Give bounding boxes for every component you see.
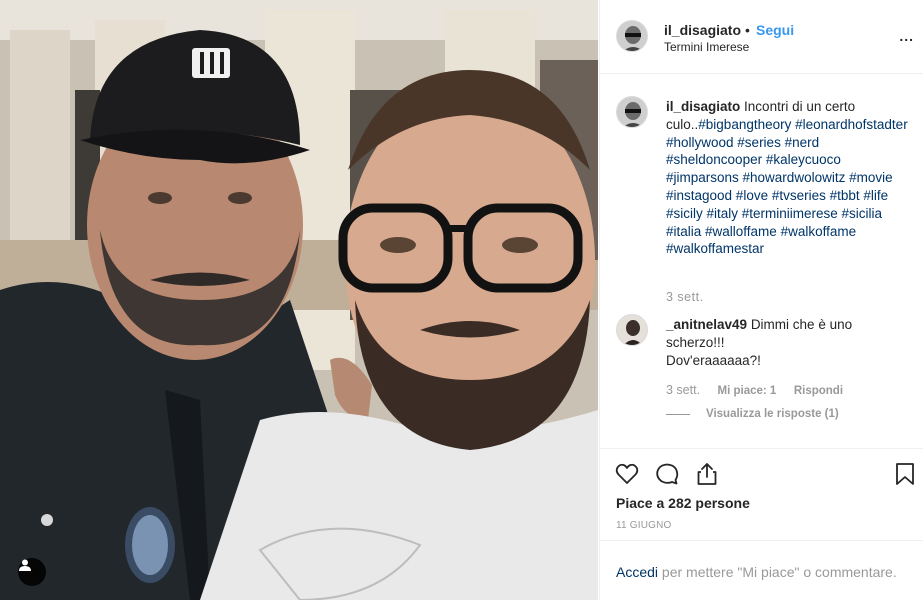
comment-text-line2: Dov'eraaaaaa?! (666, 353, 761, 368)
post-actions: Piace a 282 persone 11 GIUGNO (600, 448, 923, 540)
share-icon[interactable] (694, 461, 720, 487)
login-prompt: Accedi per mettere "Mi piace" o commenta… (600, 540, 923, 600)
comment-timestamp[interactable]: 3 sett. (666, 383, 700, 397)
photo-illustration (0, 0, 598, 600)
likes-count[interactable]: Piace a 282 persone (616, 495, 750, 511)
post-photo[interactable] (0, 0, 598, 600)
view-replies-label: Visualizza le risposte (1) (706, 408, 839, 420)
post-location[interactable]: Termini Imerese (664, 40, 749, 54)
comment-meta: 3 sett. Mi piace: 1 Rispondi (666, 383, 857, 397)
user-icon (19, 559, 31, 571)
view-replies-button[interactable]: Visualizza le risposte (1) (666, 408, 839, 420)
post-caption: il_disagiato Incontri di un certo culo..… (666, 98, 916, 258)
author-username[interactable]: il_disagiato (664, 22, 741, 38)
heart-icon[interactable] (614, 461, 640, 487)
caption-username[interactable]: il_disagiato (666, 99, 740, 114)
comment-username[interactable]: _anitnelav49 (666, 317, 747, 332)
login-prompt-rest: per mettere "Mi piace" o commentare. (658, 564, 897, 580)
caption-author-avatar[interactable] (616, 96, 648, 128)
reply-button[interactable]: Rispondi (794, 385, 843, 397)
post-header: il_disagiato • Segui Termini Imerese ... (600, 0, 923, 74)
commenter-avatar[interactable] (616, 314, 648, 346)
author-avatar[interactable] (616, 20, 648, 52)
comment: _anitnelav49 Dimmi che è uno scherzo!!! … (666, 316, 896, 370)
comments-section: il_disagiato Incontri di un certo culo..… (600, 74, 923, 448)
separator-dot: • (745, 22, 750, 38)
more-options-icon[interactable]: ... (899, 28, 914, 44)
login-prompt-text: Accedi per mettere "Mi piace" o commenta… (616, 564, 897, 580)
comment-icon[interactable] (654, 461, 680, 487)
replies-divider (666, 413, 690, 415)
post-sidebar: il_disagiato • Segui Termini Imerese ...… (599, 0, 923, 600)
login-link[interactable]: Accedi (616, 564, 658, 580)
caption-timestamp[interactable]: 3 sett. (666, 290, 704, 304)
tagged-user-button[interactable] (18, 558, 46, 586)
post-date[interactable]: 11 GIUGNO (616, 520, 672, 531)
comment-likes[interactable]: Mi piace: 1 (718, 385, 777, 397)
follow-button[interactable]: Segui (756, 22, 794, 38)
caption-hashtags[interactable]: #bigbangtheory #leonardhofstadter #holly… (666, 117, 908, 257)
bookmark-icon[interactable] (892, 461, 918, 487)
